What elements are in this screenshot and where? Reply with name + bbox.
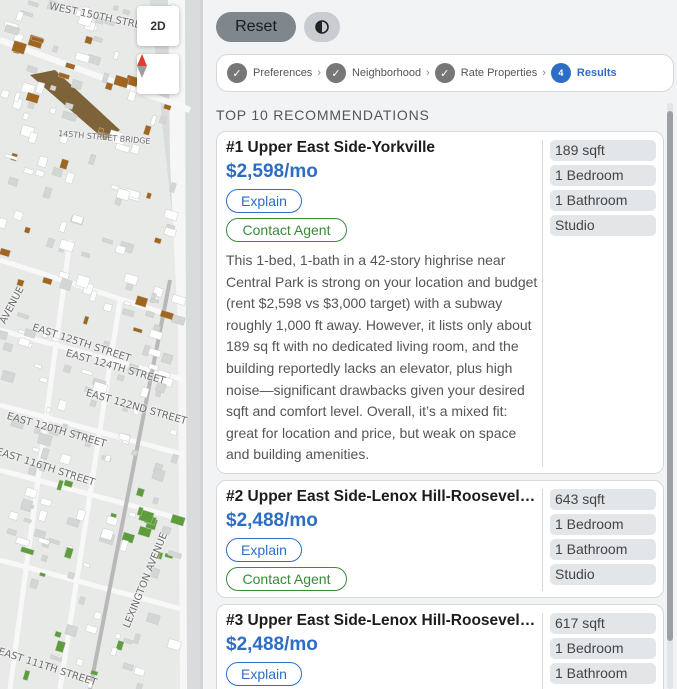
recommendation-card: #1 Upper East Side-Yorkville $2,598/mo E…: [216, 131, 664, 474]
scrollbar-thumb[interactable]: [667, 111, 673, 641]
step-neighborhood[interactable]: ✓ Neighborhood: [325, 63, 422, 83]
recommendation-card: #3 Upper East Side-Lenox Hill-Roosevelt …: [216, 604, 664, 689]
explain-button[interactable]: Explain: [226, 189, 302, 213]
listing-title[interactable]: #2 Upper East Side-Lenox Hill-Roosevelt …: [226, 488, 536, 506]
listing-tags: 617 sqft 1 Bedroom 1 Bathroom: [550, 613, 656, 688]
explain-button[interactable]: Explain: [226, 662, 302, 686]
listing-tags: 189 sqft 1 Bedroom 1 Bathroom Studio: [550, 140, 656, 240]
listing-title[interactable]: #1 Upper East Side-Yorkville: [226, 139, 536, 157]
listing-price: $2,488/mo: [226, 510, 318, 531]
listing-title[interactable]: #3 Upper East Side-Lenox Hill-Roosevelt …: [226, 612, 536, 630]
view-toggle-2d-button[interactable]: 2D: [137, 6, 179, 46]
listing-explanation: This 1-bed, 1-bath in a 42-story highris…: [226, 252, 538, 463]
bedroom-tag: 1 Bedroom: [550, 514, 656, 535]
theme-toggle-button[interactable]: [304, 12, 340, 42]
progress-stepper: ✓ Preferences › ✓ Neighborhood › ✓ Rate …: [216, 54, 674, 92]
check-icon: ✓: [325, 63, 346, 83]
contrast-icon: [315, 20, 329, 34]
recommendation-card: #2 Upper East Side-Lenox Hill-Roosevelt …: [216, 480, 664, 598]
bathroom-tag: 1 Bathroom: [550, 539, 656, 560]
sqft-tag: 189 sqft: [550, 140, 656, 161]
bathroom-tag: 1 Bathroom: [550, 663, 656, 684]
sqft-tag: 643 sqft: [550, 489, 656, 510]
bedroom-tag: 1 Bedroom: [550, 638, 656, 659]
explain-button[interactable]: Explain: [226, 538, 302, 562]
bedroom-tag: 1 Bedroom: [550, 165, 656, 186]
step-rate-properties[interactable]: ✓ Rate Properties: [434, 63, 538, 83]
listing-price: $2,488/mo: [226, 634, 318, 655]
step-preferences[interactable]: ✓ Preferences: [227, 63, 312, 83]
step-label: Rate Properties: [460, 67, 538, 79]
check-icon: ✓: [434, 63, 455, 83]
unit-type-tag: Studio: [550, 215, 656, 236]
divider: [542, 140, 543, 467]
contact-agent-button[interactable]: Contact Agent: [226, 567, 347, 591]
reset-button[interactable]: Reset: [216, 12, 296, 42]
bathroom-tag: 1 Bathroom: [550, 190, 656, 211]
divider: [542, 613, 543, 689]
listing-tags: 643 sqft 1 Bedroom 1 Bathroom Studio: [550, 489, 656, 589]
divider: [542, 489, 543, 591]
step-label: Neighborhood: [351, 67, 422, 79]
step-number-badge: 4: [550, 63, 571, 83]
unit-type-tag: Studio: [550, 564, 656, 585]
compass-icon: [137, 54, 147, 78]
chevron-right-icon: ›: [426, 67, 430, 79]
chevron-right-icon: ›: [542, 67, 546, 79]
compass-button[interactable]: [137, 54, 179, 94]
map-view[interactable]: WEST 150TH STREET 145TH STREET BRIDGE AV…: [0, 0, 200, 689]
recommendations-heading: TOP 10 RECOMMENDATIONS: [216, 107, 430, 123]
listing-price: $2,598/mo: [226, 161, 318, 182]
step-label: Preferences: [253, 67, 313, 79]
check-icon: ✓: [227, 63, 247, 83]
step-results[interactable]: 4 Results: [550, 63, 617, 83]
contact-agent-button[interactable]: Contact Agent: [226, 218, 347, 242]
chevron-right-icon: ›: [317, 67, 321, 79]
results-scrollbar[interactable]: [667, 103, 673, 689]
sqft-tag: 617 sqft: [550, 613, 656, 634]
step-label: Results: [576, 67, 617, 79]
results-panel: Reset ✓ Preferences › ✓ Neighborhood › ✓…: [203, 0, 677, 689]
